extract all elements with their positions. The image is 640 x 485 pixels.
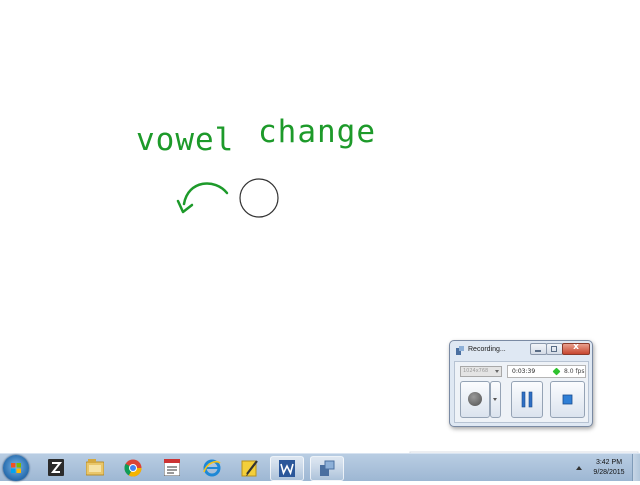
elapsed-time: 0:03:39 xyxy=(512,368,536,375)
clock-time[interactable]: 3:42 PM xyxy=(584,459,634,466)
show-desktop-button[interactable] xyxy=(632,454,640,481)
stop-icon xyxy=(562,394,573,405)
drawn-circle xyxy=(239,178,279,218)
stop-button[interactable] xyxy=(550,381,585,418)
taskbar-filezilla[interactable] xyxy=(40,456,72,479)
word-icon xyxy=(279,460,295,477)
recorder-title-bar[interactable]: Recording... x xyxy=(450,341,592,361)
record-button[interactable] xyxy=(460,381,490,418)
handwritten-word-vowel: vowel xyxy=(136,122,234,158)
recorder-title: Recording... xyxy=(468,346,506,353)
taskbar-file-explorer[interactable] xyxy=(78,456,110,479)
maximize-button[interactable] xyxy=(546,343,563,355)
handwritten-word-change: change xyxy=(258,114,376,150)
record-options-dropdown[interactable] xyxy=(490,381,501,418)
calendar-app-icon xyxy=(164,459,180,476)
pause-button[interactable] xyxy=(511,381,543,418)
clock-date[interactable]: 9/28/2015 xyxy=(584,469,634,476)
recording-status-box: 0:03:39 8.0 fps xyxy=(507,365,586,378)
taskbar-chrome[interactable] xyxy=(116,456,148,479)
taskbar-word[interactable] xyxy=(270,456,304,481)
show-hidden-icons-icon[interactable] xyxy=(576,466,582,470)
recorder-app-icon xyxy=(456,346,464,355)
resolution-dropdown-value: 1024x768 xyxy=(463,368,489,374)
taskbar-internet-explorer[interactable] xyxy=(195,456,227,479)
sticky-notes-pen-icon xyxy=(241,460,258,477)
chevron-down-icon xyxy=(493,398,497,401)
file-explorer-icon xyxy=(86,459,104,476)
filezilla-icon xyxy=(48,459,64,476)
record-icon xyxy=(468,392,482,406)
close-button[interactable]: x xyxy=(562,342,590,355)
minimize-button[interactable] xyxy=(530,343,547,355)
curved-arrow-shaft xyxy=(182,182,229,206)
taskbar-sticky-notes[interactable] xyxy=(233,456,265,479)
internet-explorer-icon xyxy=(203,459,221,477)
recorder-window[interactable]: Recording... x 1024x768 0:03:39 8.0 fps xyxy=(449,340,593,427)
chevron-down-icon xyxy=(495,370,499,373)
start-button[interactable] xyxy=(3,455,29,481)
recorder-panel: 1024x768 0:03:39 8.0 fps xyxy=(454,361,589,423)
status-indicator-icon xyxy=(552,367,561,376)
chrome-icon xyxy=(124,459,142,477)
taskbar-screen-recorder[interactable] xyxy=(310,456,344,481)
taskbar: 3:42 PM 9/28/2015 xyxy=(0,453,640,481)
close-icon: x xyxy=(573,342,579,352)
windows-orb-icon xyxy=(11,463,21,473)
taskbar-calendar-app[interactable] xyxy=(156,456,188,479)
screen-recorder-icon xyxy=(320,460,335,476)
resolution-dropdown[interactable]: 1024x768 xyxy=(460,366,502,377)
maximize-icon xyxy=(551,346,557,352)
system-tray[interactable]: 3:42 PM 9/28/2015 xyxy=(570,458,640,480)
pause-icon xyxy=(521,391,533,408)
minimize-icon xyxy=(535,350,541,352)
frame-rate: 8.0 fps xyxy=(564,368,585,375)
